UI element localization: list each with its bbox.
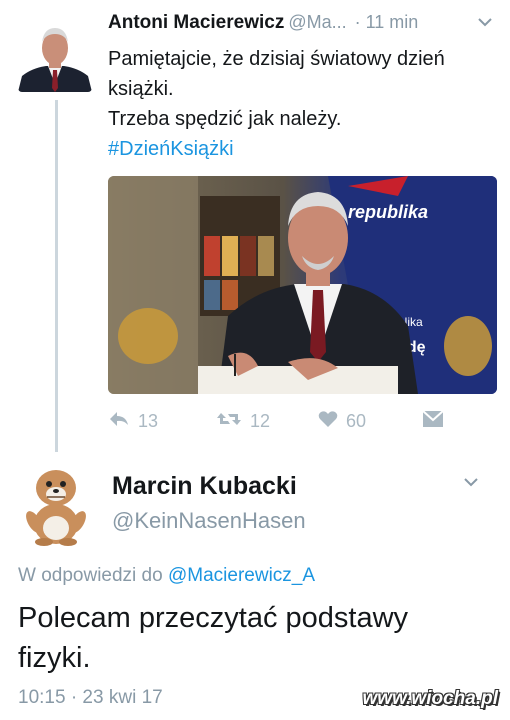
tweet-original[interactable]: Antoni Macierewicz @Ma... · 11 min Pamięta… bbox=[0, 0, 510, 450]
avatar[interactable] bbox=[14, 462, 98, 546]
author-handle[interactable]: @KeinNasenHasen bbox=[112, 508, 306, 534]
tweet-header: Antoni Macierewicz @Ma... · 11 min bbox=[108, 12, 500, 42]
banner-text: republika bbox=[348, 202, 428, 222]
author-name[interactable]: Marcin Kubacki bbox=[112, 472, 297, 501]
tweet-text-line: książki. bbox=[108, 78, 174, 100]
reply-button[interactable]: 13 bbox=[108, 406, 158, 436]
tweet-time[interactable]: · 11 min bbox=[355, 12, 419, 32]
retweet-icon bbox=[216, 410, 250, 433]
chevron-down-icon[interactable] bbox=[464, 474, 478, 492]
reply-icon bbox=[108, 410, 138, 433]
like-button[interactable]: 60 bbox=[318, 406, 366, 436]
retweet-button[interactable]: 12 bbox=[216, 406, 270, 436]
retweet-count: 12 bbox=[250, 410, 271, 431]
author-handle[interactable]: @Ma... bbox=[288, 12, 346, 32]
author-name[interactable]: Antoni Macierewicz bbox=[108, 12, 284, 33]
dm-button[interactable] bbox=[422, 406, 452, 436]
dm-icon bbox=[422, 409, 452, 433]
reply-prefix: W odpowiedzi do bbox=[18, 565, 163, 586]
tweet-timestamp[interactable]: 10:15 · 23 kwi 17 bbox=[18, 687, 163, 709]
tweet-photo[interactable]: republika blika vdę bbox=[108, 176, 497, 394]
avatar[interactable] bbox=[18, 18, 92, 92]
tweet-text-line: Polecam przeczytać podstawy bbox=[18, 602, 409, 634]
tweet-text: Pamiętajcie, że dzisiaj światowy dzień k… bbox=[108, 44, 503, 164]
tweet-text-line: Trzeba spędzić jak należy. bbox=[108, 108, 342, 130]
reply-mention-link[interactable]: @Macierewicz_A bbox=[168, 565, 315, 586]
like-count: 60 bbox=[346, 410, 367, 431]
tweet-text-line: Pamiętajcie, że dzisiaj światowy dzień bbox=[108, 48, 445, 70]
reply-count: 13 bbox=[138, 410, 159, 431]
tweet-text: Polecam przeczytać podstawy fizyki. bbox=[18, 598, 498, 678]
chevron-down-icon[interactable] bbox=[478, 14, 492, 32]
site-watermark: www.wiocha.pl bbox=[362, 688, 498, 709]
hashtag-link[interactable]: #DzieńKsiążki bbox=[108, 134, 503, 164]
reply-context: W odpowiedzi do @Macierewicz_A bbox=[18, 565, 315, 587]
tweet-actions: 13 12 60 bbox=[108, 406, 500, 436]
tweet-text-line: fizyki. bbox=[18, 642, 91, 674]
heart-icon bbox=[318, 410, 346, 433]
